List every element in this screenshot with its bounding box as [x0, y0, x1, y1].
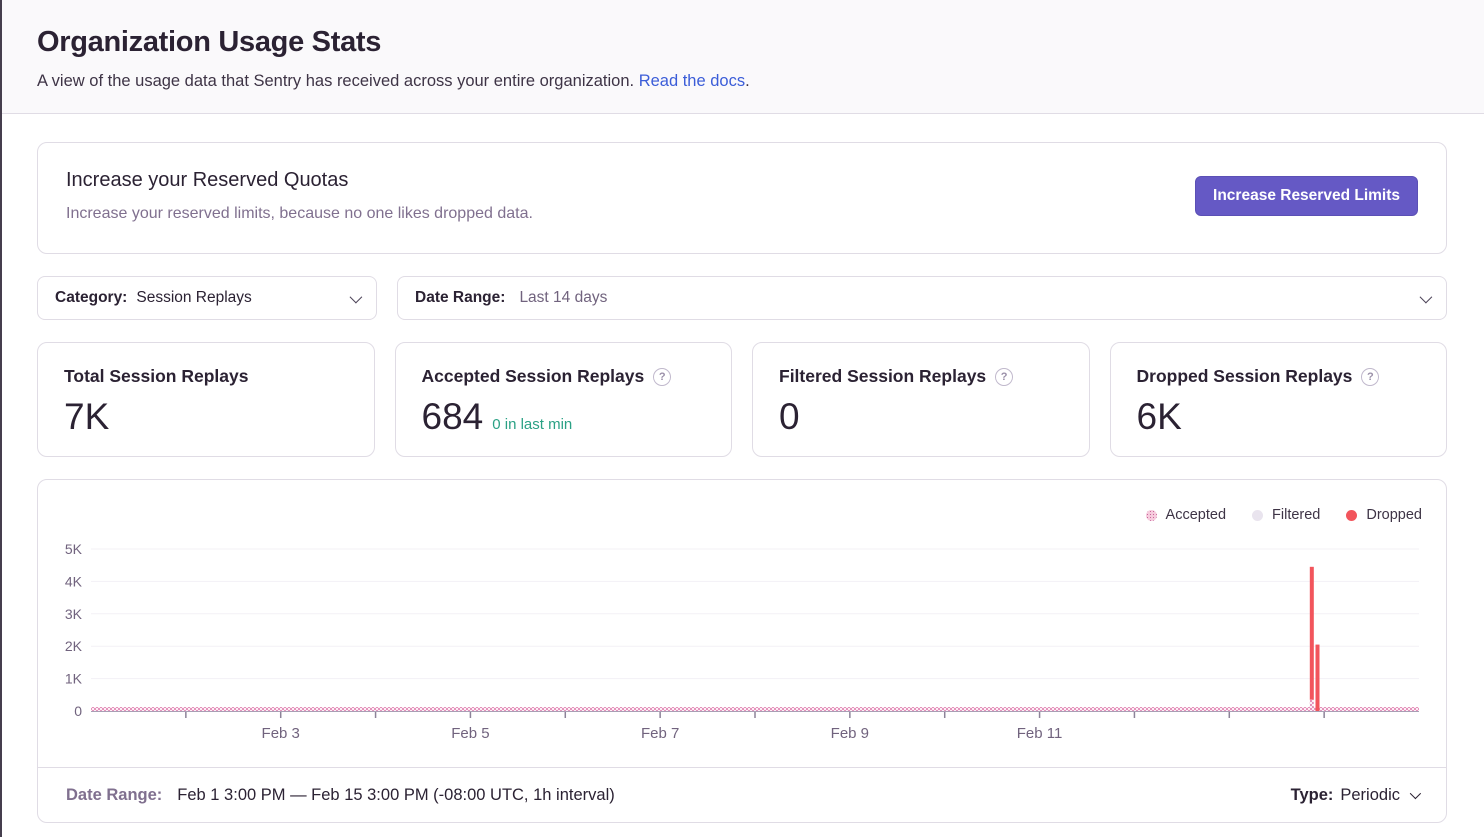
svg-text:4K: 4K	[65, 573, 83, 589]
stat-card-value: 6K	[1137, 397, 1182, 438]
svg-text:2K: 2K	[65, 638, 83, 654]
legend-label: Filtered	[1272, 507, 1320, 523]
stat-value-row: 684 0 in last min	[422, 397, 706, 438]
help-icon[interactable]: ?	[653, 368, 671, 386]
svg-text:Feb 7: Feb 7	[641, 725, 679, 742]
svg-text:Feb 3: Feb 3	[262, 725, 300, 742]
legend-item-dropped[interactable]: Dropped	[1346, 507, 1422, 523]
stat-value-row: 0	[779, 397, 1063, 438]
usage-chart-card: Accepted Filtered Dropped 0 1K 2K 3K 4K 5K Feb…	[37, 479, 1447, 823]
legend-item-accepted[interactable]: Accepted	[1146, 507, 1226, 523]
read-docs-link[interactable]: Read the docs	[639, 72, 745, 90]
dropped-stat-card: Dropped Session Replays? 6K	[1110, 342, 1448, 457]
type-dropdown[interactable]: Type: Periodic	[1291, 786, 1418, 805]
stat-card-value: 684	[422, 397, 484, 438]
filtered-marker-icon	[1252, 510, 1263, 521]
quota-banner-title: Increase your Reserved Quotas	[66, 169, 533, 192]
stat-card-title-text: Dropped Session Replays	[1137, 366, 1353, 387]
chevron-down-icon	[1420, 290, 1433, 303]
page-header: Organization Usage Stats A view of the u…	[2, 0, 1484, 114]
help-icon[interactable]: ?	[995, 368, 1013, 386]
stat-card-title: Total Session Replays	[64, 366, 348, 387]
svg-text:Feb 11: Feb 11	[1017, 725, 1063, 742]
svg-text:0: 0	[74, 703, 82, 719]
chart-footer: Date Range: Feb 1 3:00 PM — Feb 15 3:00 …	[38, 767, 1446, 822]
filter-row: Category: Session Replays Date Range: La…	[37, 276, 1447, 320]
quota-banner-text: Increase your Reserved Quotas Increase y…	[66, 169, 533, 223]
dropped-marker-icon	[1346, 510, 1357, 521]
date-range-filter-label: Date Range:	[415, 289, 505, 307]
category-filter-label: Category:	[55, 289, 127, 307]
stat-card-value: 0	[779, 397, 800, 438]
subtitle-period: .	[745, 72, 750, 90]
chevron-down-icon	[350, 290, 363, 303]
stat-card-title-text: Filtered Session Replays	[779, 366, 986, 387]
stat-card-title-text: Accepted Session Replays	[422, 366, 645, 387]
chart-footer-date-range: Date Range: Feb 1 3:00 PM — Feb 15 3:00 …	[66, 786, 615, 805]
total-stat-card: Total Session Replays 7K	[37, 342, 375, 457]
legend-label: Dropped	[1366, 507, 1422, 523]
svg-text:1K: 1K	[65, 671, 83, 687]
date-range-label: Date Range:	[66, 786, 162, 805]
stat-card-title: Accepted Session Replays?	[422, 366, 706, 387]
svg-text:Feb 9: Feb 9	[831, 725, 869, 742]
quota-banner: Increase your Reserved Quotas Increase y…	[37, 142, 1447, 254]
subtitle-text: A view of the usage data that Sentry has…	[37, 72, 634, 90]
increase-reserved-limits-button[interactable]: Increase Reserved Limits	[1195, 176, 1418, 216]
svg-text:Feb 5: Feb 5	[451, 725, 489, 742]
date-range-filter-dropdown[interactable]: Date Range: Last 14 days	[397, 276, 1447, 320]
usage-chart[interactable]: Accepted Filtered Dropped 0 1K 2K 3K 4K 5K Feb…	[38, 480, 1446, 767]
category-filter-dropdown[interactable]: Category: Session Replays	[37, 276, 377, 320]
svg-text:3K: 3K	[65, 606, 83, 622]
stat-cards-row: Total Session Replays 7K Accepted Sessio…	[37, 342, 1447, 457]
type-label: Type:	[1291, 786, 1334, 805]
svg-text:5K: 5K	[65, 541, 83, 557]
accepted-marker-icon	[1146, 510, 1157, 521]
page-subtitle: A view of the usage data that Sentry has…	[37, 72, 1447, 91]
organization-usage-stats-page: Organization Usage Stats A view of the u…	[0, 0, 1484, 837]
quota-banner-description: Increase your reserved limits, because n…	[66, 205, 533, 223]
stat-card-value: 7K	[64, 397, 109, 438]
legend-item-filtered[interactable]: Filtered	[1252, 507, 1320, 523]
stat-value-row: 7K	[64, 397, 348, 438]
main-content: Increase your Reserved Quotas Increase y…	[2, 114, 1484, 823]
legend-label: Accepted	[1166, 507, 1226, 523]
stat-card-title: Dropped Session Replays?	[1137, 366, 1421, 387]
category-filter-value: Session Replays	[136, 289, 251, 307]
page-title: Organization Usage Stats	[37, 26, 1447, 59]
accepted-stat-card: Accepted Session Replays? 684 0 in last …	[395, 342, 733, 457]
stat-value-row: 6K	[1137, 397, 1421, 438]
help-icon[interactable]: ?	[1361, 368, 1379, 386]
type-value: Periodic	[1340, 786, 1400, 805]
chart-legend: Accepted Filtered Dropped	[1146, 507, 1422, 523]
stat-card-subvalue: 0 in last min	[492, 416, 572, 433]
stat-card-title: Filtered Session Replays?	[779, 366, 1063, 387]
date-range-filter-value: Last 14 days	[519, 289, 607, 307]
date-range-value: Feb 1 3:00 PM — Feb 15 3:00 PM (-08:00 U…	[177, 786, 614, 805]
chevron-down-icon	[1410, 788, 1421, 799]
filtered-stat-card: Filtered Session Replays? 0	[752, 342, 1090, 457]
stat-card-title-text: Total Session Replays	[64, 366, 248, 387]
